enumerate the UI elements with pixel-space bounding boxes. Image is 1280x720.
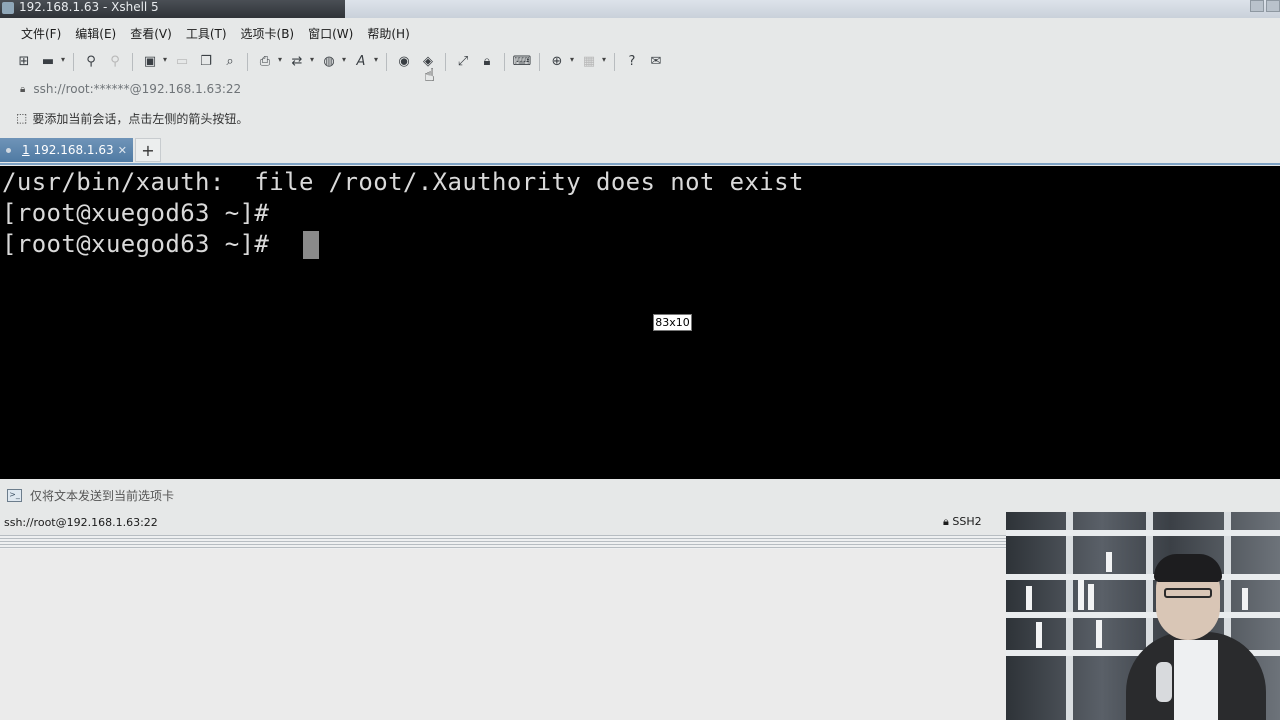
- shelf: [1006, 530, 1280, 536]
- terminal-line: [root@xuegod63 ~]#: [2, 199, 270, 227]
- toolbar-separator: [73, 53, 74, 71]
- connect-icon[interactable]: ⚲: [81, 52, 101, 72]
- terminal-size-tooltip: 83x10: [653, 314, 692, 331]
- new-tab-button[interactable]: +: [135, 138, 161, 162]
- tab-status-icon: [6, 147, 11, 153]
- close-icon[interactable]: ✕: [118, 144, 127, 157]
- menu-bar: 文件(F) 编辑(E) 查看(V) 工具(T) 选项卡(B) 窗口(W) 帮助(…: [0, 22, 1280, 44]
- toolbar-separator: [539, 53, 540, 71]
- chat-icon[interactable]: ✉: [646, 52, 666, 72]
- toolbar: ⊞ ▬ ⚲ ⚲ ▣ ▭ ❐ ⌕ ⎙ ⇄ ◍ A ◉ ◈ ⤢ 🔒︎ ⌨ ⊕ ▦ ?…: [0, 49, 1280, 75]
- address-field[interactable]: ssh://root:******@192.168.1.63:22: [33, 82, 241, 96]
- title-bar: 192.168.1.63 - Xshell 5: [0, 0, 1280, 18]
- shelf: [1006, 612, 1280, 618]
- compose-icon[interactable]: >_: [7, 488, 22, 502]
- print-icon[interactable]: ⎙: [255, 52, 282, 72]
- find-icon[interactable]: ⌕: [220, 52, 240, 72]
- toolbar-separator: [247, 53, 248, 71]
- menu-view[interactable]: 查看(V): [127, 25, 175, 42]
- transfer-icon[interactable]: ⇄: [287, 52, 314, 72]
- book: [1242, 588, 1248, 610]
- terminal[interactable]: /usr/bin/xauth: file /root/.Xauthority d…: [0, 166, 1280, 479]
- app-icon: [2, 2, 14, 14]
- globe-icon[interactable]: ◍: [319, 52, 346, 72]
- disabled-icon: ▭: [175, 54, 189, 69]
- layout-icon[interactable]: ▦: [579, 52, 606, 72]
- copy-icon[interactable]: ❐: [196, 52, 216, 72]
- shelf: [1006, 574, 1280, 580]
- tab-strip: 1 192.168.1.63 ✕ +: [0, 137, 1280, 165]
- status-bar: ssh://root@192.168.1.63:22 🔒︎ SSH2: [0, 512, 1006, 532]
- tab-label: 1 192.168.1.63: [22, 143, 114, 157]
- add-tab-icon[interactable]: ⊕: [547, 52, 574, 72]
- lock-icon: 🔒︎: [20, 83, 26, 95]
- lock-icon[interactable]: 🔒︎: [477, 52, 497, 72]
- keyboard-icon[interactable]: ⌨: [512, 52, 532, 72]
- toolbar-separator: [132, 53, 133, 71]
- webcam-overlay: [1006, 512, 1280, 720]
- book: [1096, 620, 1102, 648]
- pane-divider[interactable]: [0, 535, 1006, 549]
- toolbar-separator: [504, 53, 505, 71]
- terminal-line: /usr/bin/xauth: file /root/.Xauthority d…: [2, 168, 804, 196]
- menu-tabs[interactable]: 选项卡(B): [238, 25, 298, 42]
- compose-bar[interactable]: >_ 仅将文本发送到当前选项卡: [0, 484, 1280, 506]
- presenter-hair: [1154, 554, 1222, 582]
- info-text: 要添加当前会话，点击左侧的箭头按钮。: [32, 111, 249, 126]
- new-session-icon[interactable]: ⊞: [14, 52, 34, 72]
- book: [1036, 622, 1042, 648]
- status-protocol: 🔒︎ SSH2: [943, 515, 982, 528]
- book: [1078, 580, 1084, 610]
- minimize-icon[interactable]: [1250, 0, 1264, 12]
- window-title: 192.168.1.63 - Xshell 5: [19, 0, 159, 14]
- presenter-glasses: [1164, 588, 1212, 598]
- book: [1026, 586, 1032, 610]
- menu-edit[interactable]: 编辑(E): [72, 25, 119, 42]
- address-bar[interactable]: 🔒︎ ssh://root:******@192.168.1.63:22: [0, 79, 1280, 99]
- menu-file[interactable]: 文件(F): [18, 25, 64, 42]
- toolbar-separator: [614, 53, 615, 71]
- status-session: ssh://root@192.168.1.63:22: [4, 515, 158, 529]
- menu-help[interactable]: 帮助(H): [364, 25, 412, 42]
- book: [1088, 584, 1094, 610]
- presenter-shirt: [1174, 640, 1218, 720]
- info-bar: ⬚ 要添加当前会话，点击左侧的箭头按钮。: [0, 107, 1280, 129]
- add-session-arrow-icon[interactable]: ⬚: [16, 111, 27, 125]
- maximize-icon[interactable]: [1266, 0, 1280, 12]
- terminal-cursor: [303, 231, 319, 259]
- compose-text: 仅将文本发送到当前选项卡: [30, 488, 175, 503]
- window-controls: [1250, 0, 1280, 12]
- microphone: [1156, 662, 1172, 702]
- xftp-icon[interactable]: ◉: [394, 52, 414, 72]
- toolbar-separator: [445, 53, 446, 71]
- properties-icon[interactable]: ▣: [140, 52, 167, 72]
- lower-pane: [0, 549, 1006, 720]
- fullscreen-icon[interactable]: ⤢: [453, 52, 473, 72]
- tab-session[interactable]: 1 192.168.1.63 ✕: [0, 138, 133, 162]
- toolbar-separator: [386, 53, 387, 71]
- disconnect-icon[interactable]: ⚲: [105, 52, 125, 72]
- terminal-line: [root@xuegod63 ~]#: [2, 230, 285, 258]
- book: [1106, 552, 1112, 572]
- open-folder-icon[interactable]: ▬: [38, 52, 65, 72]
- title-bar-active-area: 192.168.1.63 - Xshell 5: [0, 0, 345, 18]
- menu-window[interactable]: 窗口(W): [305, 25, 356, 42]
- menu-tools[interactable]: 工具(T): [183, 25, 230, 42]
- font-icon[interactable]: A: [351, 52, 378, 72]
- help-icon[interactable]: ?: [622, 52, 642, 72]
